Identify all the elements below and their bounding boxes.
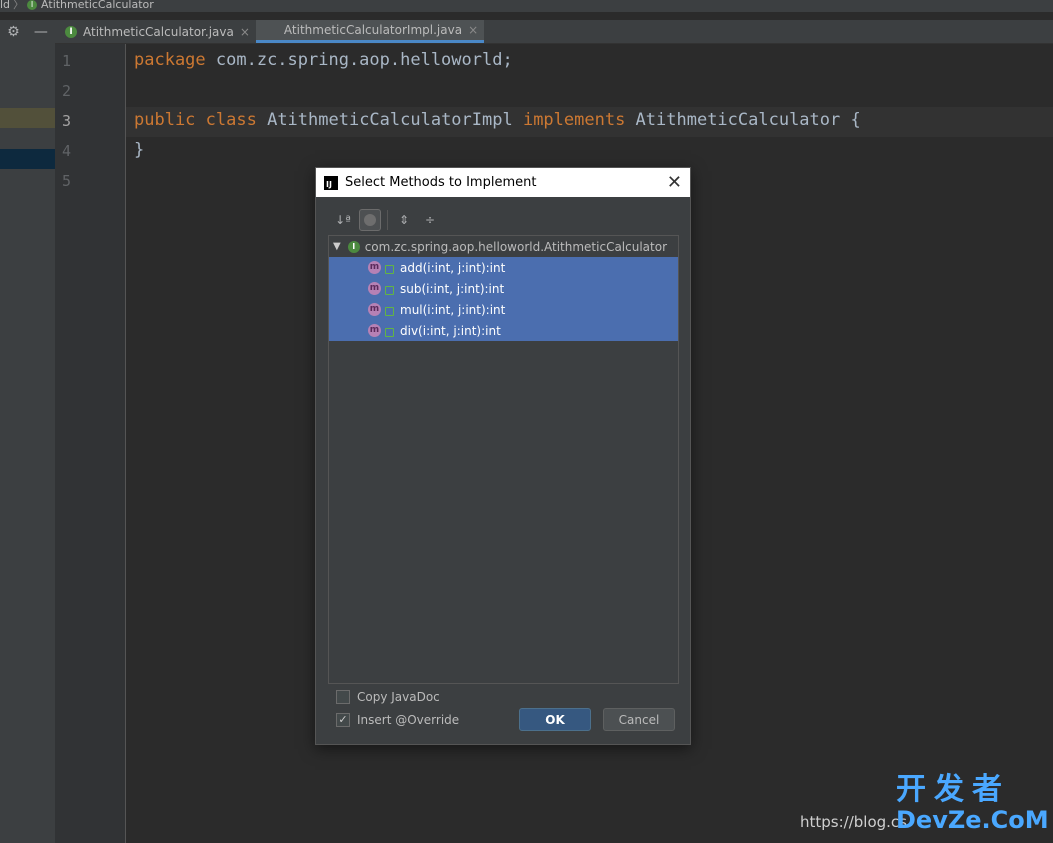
minimize-icon[interactable]: —: [34, 24, 48, 40]
method-label: div(i:int, j:int):int: [400, 323, 501, 338]
public-access-icon: [385, 328, 394, 337]
method-label: sub(i:int, j:int):int: [400, 281, 505, 296]
line-number: 4: [62, 142, 72, 160]
method-item[interactable]: m sub(i:int, j:int):int: [329, 278, 678, 299]
breadcrumb-item[interactable]: ld: [0, 0, 10, 11]
checkbox-label: Copy JavaDoc: [357, 690, 440, 704]
code-line-3: public class AtithmeticCalculatorImpl im…: [134, 110, 861, 130]
gear-icon[interactable]: ⚙: [7, 24, 20, 40]
select-methods-dialog: IJ Select Methods to Implement ✕ ↓ª ⇕ ÷ …: [315, 167, 691, 745]
watermark-brand-cn: 开发者: [896, 772, 1010, 807]
collapse-all-icon[interactable]: ÷: [420, 210, 440, 230]
ok-button[interactable]: OK: [519, 708, 591, 731]
method-item[interactable]: m mul(i:int, j:int):int: [329, 299, 678, 320]
expand-triangle-icon[interactable]: ▼: [333, 241, 341, 252]
dialog-title-bar: IJ Select Methods to Implement ✕: [316, 168, 690, 197]
tab-atithmetic-calculator-impl[interactable]: AtithmeticCalculatorImpl.java ×: [255, 20, 485, 43]
interface-icon: I: [65, 25, 77, 38]
method-item[interactable]: m add(i:int, j:int):int: [329, 257, 678, 278]
method-icon: m: [368, 282, 381, 295]
method-item[interactable]: m div(i:int, j:int):int: [329, 320, 678, 341]
close-icon[interactable]: ×: [468, 23, 478, 37]
tab-label: AtithmeticCalculatorImpl.java: [283, 23, 463, 37]
line-number: 2: [62, 82, 72, 100]
code-line-4: }: [134, 140, 145, 160]
interface-icon: I: [27, 0, 38, 10]
project-panel-collapsed: [0, 20, 56, 843]
line-number: 3: [62, 112, 72, 130]
tree-node-label: com.zc.spring.aop.helloworld.AtithmeticC…: [364, 239, 668, 254]
show-classes-toggle-icon[interactable]: [359, 209, 381, 231]
public-access-icon: [385, 307, 394, 316]
copy-javadoc-checkbox[interactable]: [336, 690, 350, 704]
expand-all-icon[interactable]: ⇕: [394, 210, 414, 230]
dialog-title: Select Methods to Implement: [345, 175, 537, 190]
insert-override-checkbox[interactable]: ✓: [336, 713, 350, 727]
tab-atithmetic-calculator[interactable]: I AtithmeticCalculator.java ×: [55, 20, 256, 43]
checkbox-label: Insert @Override: [357, 713, 460, 727]
tree-node-interface[interactable]: ▼ I com.zc.spring.aop.helloworld.Atithme…: [329, 236, 678, 257]
method-label: mul(i:int, j:int):int: [400, 302, 506, 317]
toolbar-divider: [387, 210, 388, 230]
copy-javadoc-option[interactable]: Copy JavaDoc: [336, 690, 440, 704]
methods-tree[interactable]: ▼ I com.zc.spring.aop.helloworld.Atithme…: [328, 235, 679, 684]
sort-alphabetically-icon[interactable]: ↓ª: [333, 210, 353, 230]
class-icon: [266, 24, 278, 36]
breadcrumb: ld 〉 I AtithmeticCalculator: [0, 0, 1053, 12]
watermark-url: https://blog.cs: [800, 813, 907, 831]
method-icon: m: [368, 324, 381, 337]
line-highlight: [0, 108, 55, 128]
insert-override-option[interactable]: ✓ Insert @Override: [336, 713, 459, 727]
public-access-icon: [385, 286, 394, 295]
line-number-gutter: 1 2 3 4 5: [55, 44, 126, 843]
editor-tabs: I AtithmeticCalculator.java × Atithmetic…: [55, 20, 1053, 44]
breadcrumb-separator: 〉: [13, 0, 25, 11]
close-icon[interactable]: ✕: [667, 172, 682, 193]
interface-icon: I: [347, 240, 360, 253]
selected-row-highlight: [0, 149, 55, 169]
dialog-toolbar: ↓ª ⇕ ÷: [333, 209, 440, 231]
method-icon: m: [368, 261, 381, 274]
breadcrumb-item[interactable]: AtithmeticCalculator: [41, 0, 154, 11]
line-number: 5: [62, 172, 72, 190]
close-icon[interactable]: ×: [240, 25, 250, 39]
cancel-button[interactable]: Cancel: [603, 708, 675, 731]
watermark-brand: DevZe.CoM: [896, 806, 1049, 834]
method-label: add(i:int, j:int):int: [400, 260, 506, 275]
intellij-logo-icon: IJ: [324, 175, 338, 190]
code-line-1: package com.zc.spring.aop.helloworld;: [134, 50, 513, 70]
line-number: 1: [62, 52, 72, 70]
public-access-icon: [385, 265, 394, 274]
method-icon: m: [368, 303, 381, 316]
panel-toolbar: ⚙ —: [0, 20, 55, 43]
tab-label: AtithmeticCalculator.java: [83, 24, 234, 39]
